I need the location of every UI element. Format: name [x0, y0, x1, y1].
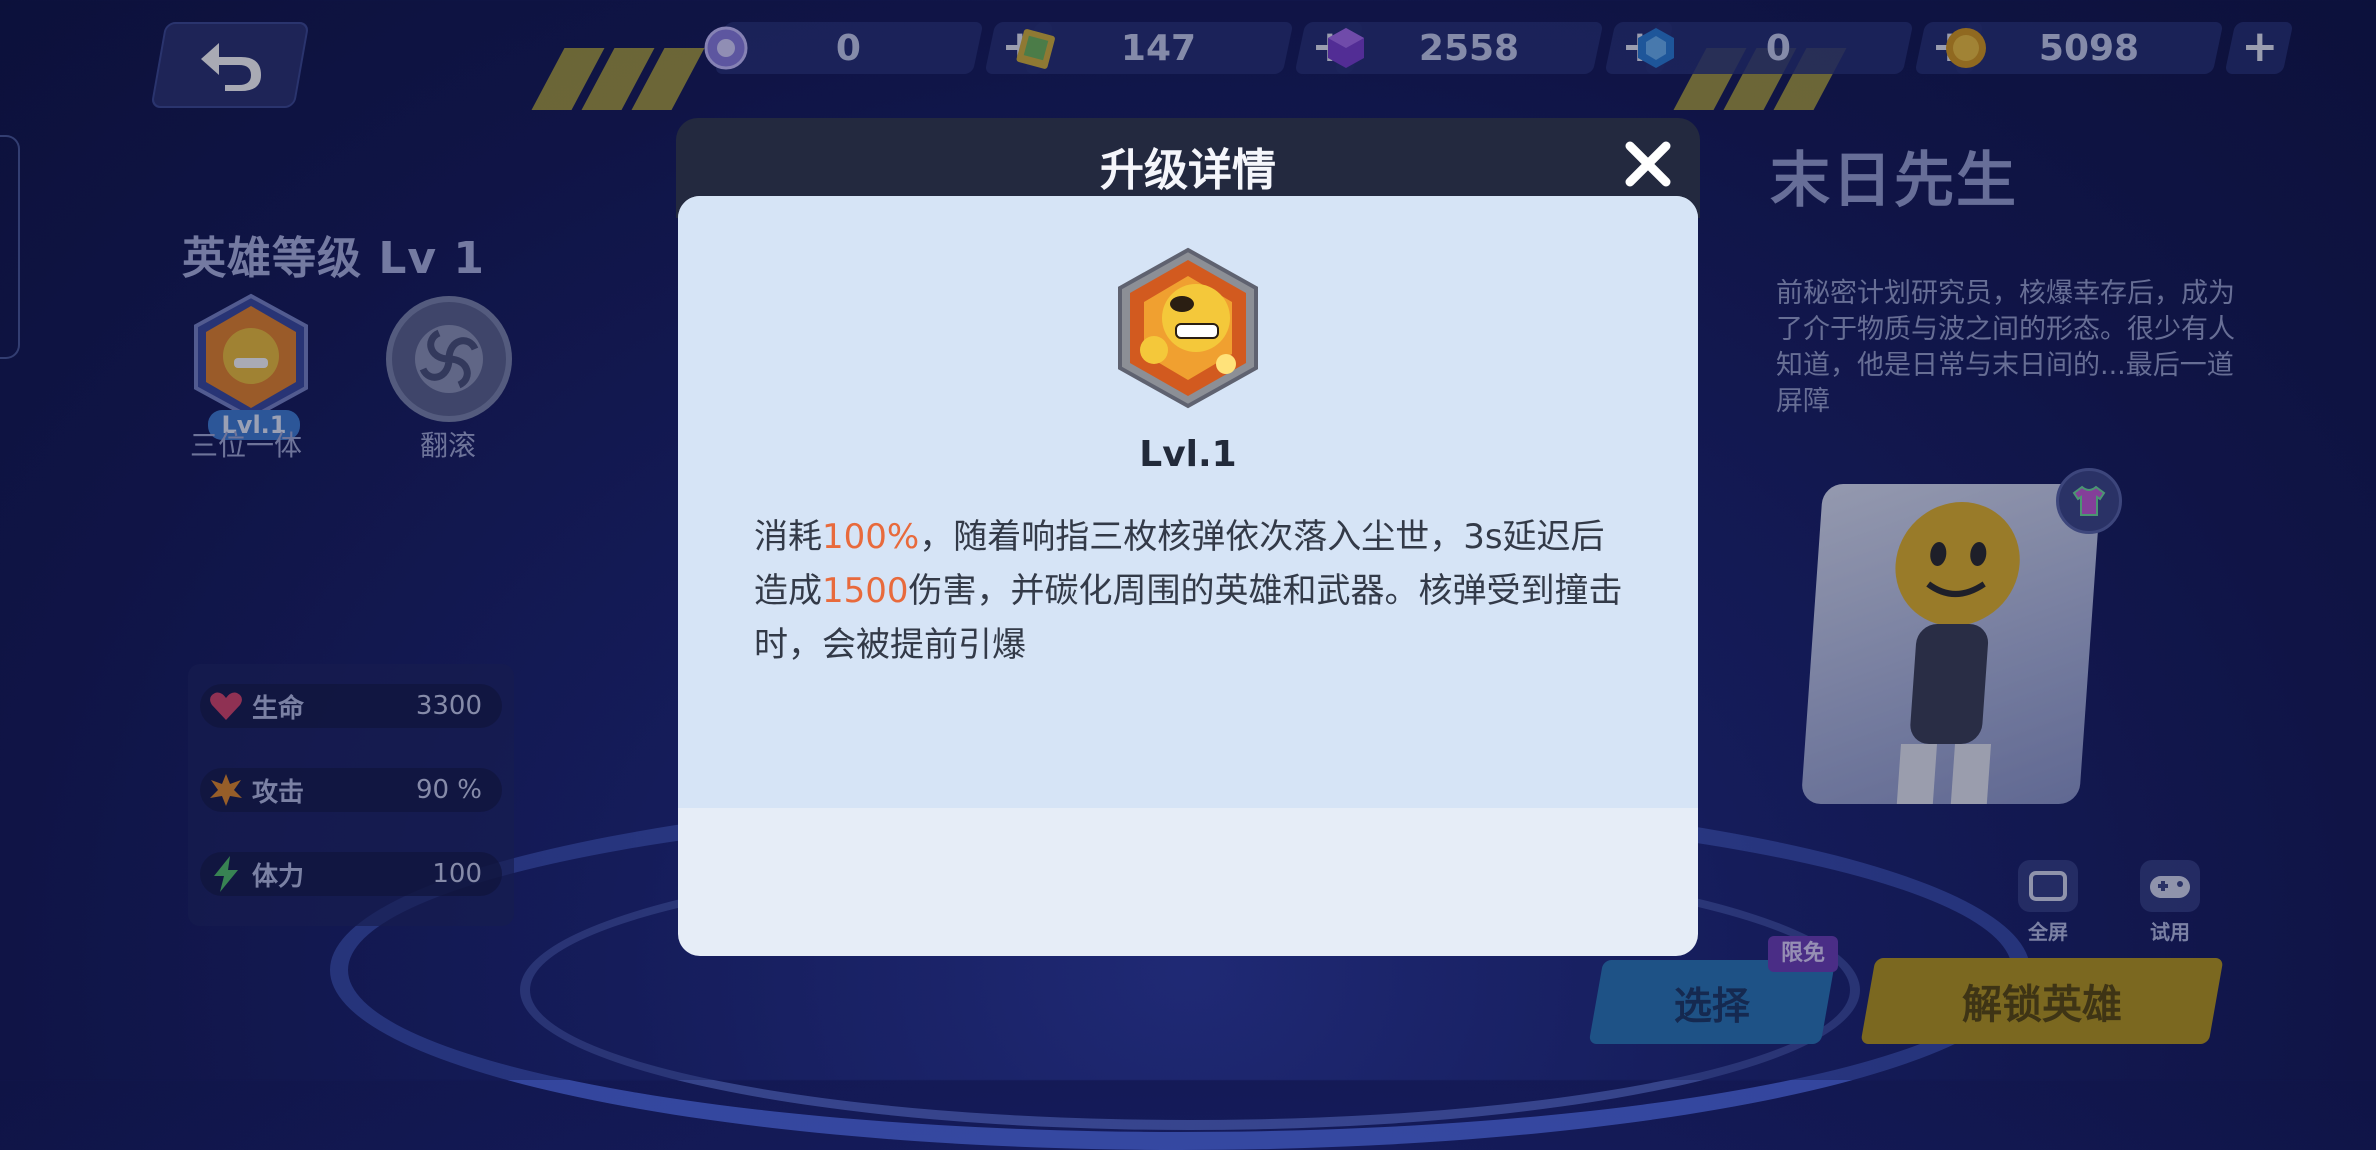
dialog-title: 升级详情 — [1100, 145, 1276, 196]
damage-highlight: 1500 — [822, 571, 909, 611]
close-icon — [1625, 141, 1671, 187]
dialog-body: Lvl.1 消耗100%，随着响指三枚核弹依次落入尘世，3s延迟后造成1500伤… — [678, 196, 1698, 956]
skill-description: 消耗100%，随着响指三枚核弹依次落入尘世，3s延迟后造成1500伤害，并碳化周… — [754, 517, 1623, 665]
nuke-skill-icon — [1118, 247, 1258, 409]
cost-highlight: 100% — [822, 517, 920, 557]
close-button[interactable] — [1616, 132, 1680, 196]
skill-level: Lvl.1 — [1139, 434, 1237, 475]
upgrade-details-dialog: 升级详情 Lvl.1 消耗100%，随着响指三枚核弹依次落入尘世，3s延迟后造成… — [676, 118, 1700, 958]
